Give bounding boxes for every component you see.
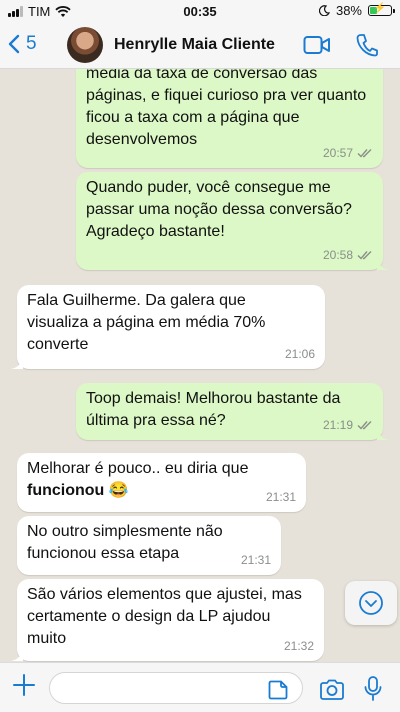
message-bubble[interactable]: Toop demais! Melhorou bastante da última… (76, 383, 389, 440)
message-time: 20:58 (322, 248, 353, 262)
input-bar (0, 662, 400, 712)
message-bubble[interactable]: Quando puder, você consegue me passar um… (76, 172, 389, 270)
back-button[interactable]: 5 (8, 33, 37, 55)
message-time: 21:31 (265, 490, 296, 504)
plus-icon[interactable] (12, 673, 36, 697)
message-input[interactable] (49, 672, 303, 704)
message-meta: 21:31 (241, 549, 271, 571)
message-text: São vários elementos que ajustei, mas ce… (27, 586, 302, 647)
message-time: 21:32 (283, 639, 314, 653)
chat-messages[interactable]: média da taxa de conversão das páginas, … (0, 69, 400, 662)
phone-call-icon[interactable] (356, 33, 378, 57)
status-right: 38% ⚡ (318, 3, 395, 18)
message-meta: 21:06 (285, 343, 315, 365)
message-time: 21:31 (240, 553, 271, 567)
battery-icon: ⚡ (368, 3, 395, 16)
message-meta: 21:31 (266, 486, 296, 508)
contact-name[interactable]: Henrylle Maia Cliente (114, 36, 275, 54)
bubble-tail (377, 258, 389, 270)
status-bar: TIM 00:35 38% ⚡ (0, 0, 400, 24)
message-bubble[interactable]: São vários elementos que ajustei, mas ce… (11, 579, 324, 661)
microphone-icon[interactable] (364, 676, 382, 702)
message-time: 20:57 (322, 146, 353, 160)
avatar[interactable] (67, 27, 103, 63)
chevron-left-icon (8, 34, 20, 54)
scroll-down-button[interactable] (345, 581, 397, 625)
bubble-tail (377, 428, 389, 440)
message-text: média da taxa de conversão das páginas, … (86, 69, 367, 148)
chat-header: 5 Henrylle Maia Cliente (0, 24, 400, 69)
message-bubble[interactable]: Fala Guilherme. Da galera que visualiza … (11, 285, 325, 369)
message-text: Quando puder, você consegue me passar um… (86, 179, 352, 240)
camera-icon[interactable] (319, 679, 345, 701)
bubble-tail (11, 649, 23, 661)
message-time: 21:06 (284, 347, 315, 361)
moon-icon (318, 5, 330, 16)
message-bubble[interactable]: No outro simplesmente não funcionou essa… (17, 516, 281, 575)
chevron-down-icon (359, 591, 383, 615)
sticker-icon[interactable] (268, 680, 288, 700)
battery-percent: 38% (335, 3, 362, 18)
message-bubble[interactable]: Melhorar é pouco.. eu diria que funciono… (17, 453, 306, 512)
message-text: Fala Guilherme. Da galera que visualiza … (27, 292, 266, 353)
message-text: Melhorar é pouco.. eu diria que funciono… (27, 458, 302, 502)
message-text: No outro simplesmente não funcionou essa… (27, 523, 223, 562)
message-meta: 20:58 (323, 244, 373, 266)
read-ticks-icon (357, 149, 372, 158)
message-meta: 20:57 (323, 142, 373, 164)
message-bubble[interactable]: média da taxa de conversão das páginas, … (76, 69, 383, 168)
bubble-tail (11, 357, 23, 369)
message-text-part: Melhorar é pouco.. eu diria que (27, 460, 249, 477)
laughing-emoji: 😂 (108, 482, 129, 499)
video-call-icon[interactable] (303, 35, 331, 55)
message-bold-text: funcionou (27, 482, 105, 499)
message-meta: 21:19 (323, 414, 373, 436)
read-ticks-icon (357, 251, 372, 260)
read-ticks-icon (357, 421, 372, 430)
unread-count: 5 (26, 33, 37, 54)
message-time: 21:19 (322, 418, 353, 432)
message-meta: 21:32 (284, 635, 314, 657)
